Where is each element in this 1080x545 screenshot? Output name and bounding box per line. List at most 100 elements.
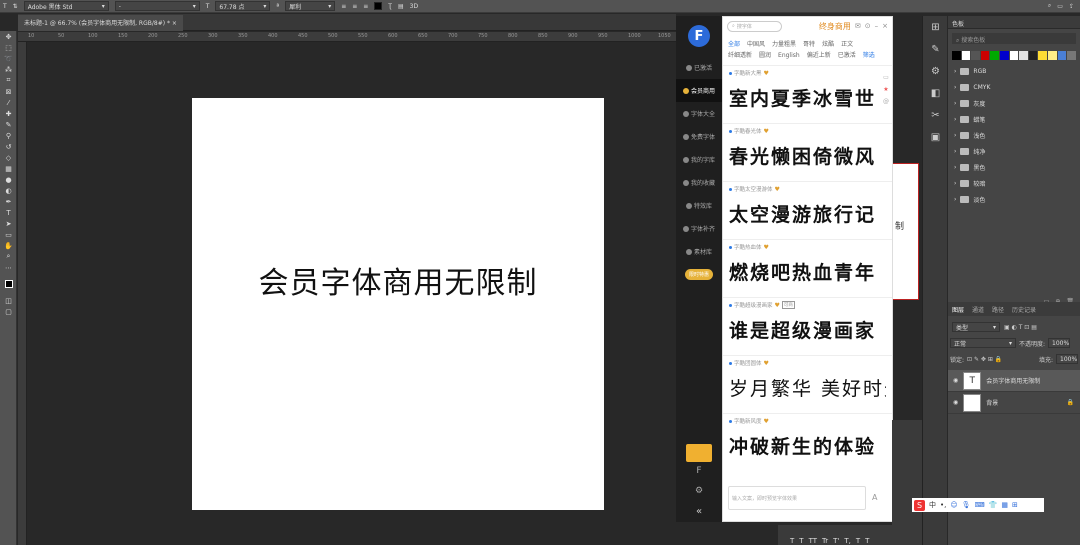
- font-size-select[interactable]: 67.78 点 ▾: [215, 1, 271, 11]
- text-style-button[interactable]: T': [833, 537, 839, 545]
- swatch-folder[interactable]: › 黑色: [948, 159, 1080, 175]
- category-tab[interactable]: 中国风: [747, 39, 765, 50]
- ime-item[interactable]: •,: [940, 501, 946, 509]
- lock-icons[interactable]: ⊡ ✎ ✥ ⊞ 🔒: [967, 356, 1002, 363]
- font-item[interactable]: 字酷热血体 ♥ 燃烧吧热血青年: [723, 239, 892, 297]
- ime-item[interactable]: ▦: [1001, 501, 1008, 509]
- brush-settings-icon[interactable]: ✎: [923, 38, 948, 60]
- 3d-button[interactable]: 3D: [410, 1, 418, 11]
- promo-badge[interactable]: 限时特惠: [676, 269, 722, 280]
- category-tab[interactable]: 正文: [841, 39, 853, 50]
- ime-logo[interactable]: S: [914, 499, 925, 511]
- quick-select-icon[interactable]: ⁂: [0, 64, 17, 75]
- text-style-button[interactable]: T,: [844, 537, 851, 545]
- color-swatch[interactable]: [990, 51, 1000, 60]
- at-icon[interactable]: @: [883, 96, 889, 108]
- workspace-icon[interactable]: ▭: [1057, 3, 1063, 10]
- font-item[interactable]: 字酷新大黑 ♥ 室内夏季冰雪世 ▭ ★ @: [723, 65, 892, 123]
- anti-alias-select[interactable]: 犀利 ▾: [285, 1, 336, 11]
- pen-tool-icon[interactable]: ✒: [0, 196, 17, 207]
- adjustments-icon[interactable]: ⚙: [923, 60, 948, 82]
- lasso-tool-icon[interactable]: ➰: [0, 53, 17, 64]
- blur-icon[interactable]: ●: [0, 174, 17, 185]
- eraser-icon[interactable]: ◇: [0, 152, 17, 163]
- history-brush-icon[interactable]: ↺: [0, 141, 17, 152]
- panel-tab[interactable]: 路径: [988, 305, 1008, 314]
- color-swatch[interactable]: [1009, 51, 1019, 60]
- collapse-icon[interactable]: «: [676, 506, 722, 517]
- dodge-icon[interactable]: ◐: [0, 185, 17, 196]
- move-tool-icon[interactable]: ✥: [0, 31, 17, 42]
- type-tool-icon[interactable]: T: [0, 207, 17, 218]
- color-swatches-icon[interactable]: [0, 273, 17, 295]
- text-style-button[interactable]: T: [790, 537, 794, 545]
- color-swatch[interactable]: [1067, 51, 1076, 60]
- sidebar-item[interactable]: 我的字库: [676, 148, 722, 171]
- category-tab[interactable]: 全部: [728, 39, 740, 50]
- eye-icon[interactable]: ◉: [953, 377, 958, 384]
- panel-tab[interactable]: 历史记录: [1008, 305, 1040, 314]
- search-icon[interactable]: ⌕: [1048, 2, 1051, 10]
- preview-a-button[interactable]: A: [872, 493, 877, 502]
- star-icon[interactable]: ★: [883, 84, 889, 96]
- sidebar-item[interactable]: 我的收藏: [676, 171, 722, 194]
- swatch-folder[interactable]: › CMYK: [948, 79, 1080, 95]
- eyedropper-icon[interactable]: ⁄: [0, 97, 17, 108]
- sidebar-item[interactable]: 字体大全: [676, 102, 722, 125]
- category-tab[interactable]: 力量粗黑: [772, 39, 796, 50]
- color-swatch[interactable]: [1019, 51, 1028, 60]
- category-tab[interactable]: 偏近上新: [807, 50, 831, 61]
- font-family-select[interactable]: Adobe 黑体 Std ▾: [23, 1, 109, 11]
- brush-tool-icon[interactable]: ✎: [0, 119, 17, 130]
- eye-icon[interactable]: ◉: [953, 399, 958, 406]
- frame-tool-icon[interactable]: ⊠: [0, 86, 17, 97]
- clone-stamp-icon[interactable]: ⚲: [0, 130, 17, 141]
- screen-mode-icon[interactable]: ▢: [0, 306, 17, 317]
- plugin-f-icon[interactable]: F: [676, 466, 722, 476]
- swatch-folder[interactable]: › 较暗: [948, 175, 1080, 191]
- document-tab[interactable]: 未标题-1 @ 66.7% (会员字体商用无限制, RGB/8#) * ×: [18, 15, 183, 31]
- color-swatch[interactable]: [1057, 51, 1067, 60]
- text-style-button[interactable]: TT: [809, 537, 817, 545]
- swatch-folder[interactable]: › 淡色: [948, 191, 1080, 207]
- sidebar-item[interactable]: 字体补齐: [676, 217, 722, 240]
- color-swatch[interactable]: [980, 51, 990, 60]
- color-swatch[interactable]: [952, 51, 961, 60]
- blend-mode-select[interactable]: 正常 ▾: [950, 338, 1016, 348]
- mail-icon[interactable]: [686, 444, 712, 462]
- shape-tool-icon[interactable]: ▭: [0, 229, 17, 240]
- ime-item[interactable]: 🎙: [962, 501, 971, 509]
- text-style-button[interactable]: T: [799, 537, 803, 545]
- color-swatch[interactable]: [961, 51, 971, 60]
- ime-item[interactable]: 👕: [989, 501, 998, 509]
- opacity-field[interactable]: 100%: [1048, 338, 1071, 348]
- healing-brush-icon[interactable]: ✚: [0, 108, 17, 119]
- color-swatch[interactable]: [1048, 51, 1057, 60]
- gradient-icon[interactable]: ▦: [0, 163, 17, 174]
- category-tab[interactable]: 已激活: [838, 50, 856, 61]
- sidebar-item[interactable]: 免费字体: [676, 125, 722, 148]
- font-item[interactable]: 字酷团圆体♥ 岁月繁华 美好时光: [723, 355, 892, 413]
- text-style-button[interactable]: Tr: [822, 537, 828, 545]
- minimize-icon[interactable]: –: [875, 22, 879, 30]
- align-right-icon[interactable]: ≡: [363, 1, 368, 11]
- close-icon[interactable]: ×: [882, 22, 888, 30]
- properties-icon[interactable]: ◧: [923, 82, 948, 104]
- vip-label[interactable]: 终身商用: [819, 21, 851, 32]
- canvas-text-layer[interactable]: 会员字体商用无限制: [192, 258, 604, 302]
- swatch-folder[interactable]: › 纯净: [948, 143, 1080, 159]
- document-canvas[interactable]: 会员字体商用无限制: [192, 98, 604, 510]
- layer-kind-select[interactable]: 类型 ▾: [952, 322, 1000, 332]
- category-tab[interactable]: 筛选: [863, 50, 875, 61]
- text-color-swatch[interactable]: [374, 2, 383, 10]
- category-tab[interactable]: 圆润: [759, 50, 771, 61]
- layer-row[interactable]: ◉ 背景 🔒: [948, 392, 1080, 414]
- type-tool-icon[interactable]: T: [3, 1, 7, 11]
- character-panel-icon[interactable]: ▤: [398, 1, 404, 11]
- sidebar-item[interactable]: 素材库: [676, 240, 722, 263]
- font-item[interactable]: 字酷太空漫游体 ♥ 太空漫游旅行记: [723, 181, 892, 239]
- swatch-folder[interactable]: › RGB: [948, 63, 1080, 79]
- font-item[interactable]: 字酷超级漫画家 ♥ 可商 谁是超级漫画家: [723, 297, 892, 355]
- swatch-folder[interactable]: › 浅色: [948, 127, 1080, 143]
- plugin-settings-icon[interactable]: ⚙: [676, 486, 722, 496]
